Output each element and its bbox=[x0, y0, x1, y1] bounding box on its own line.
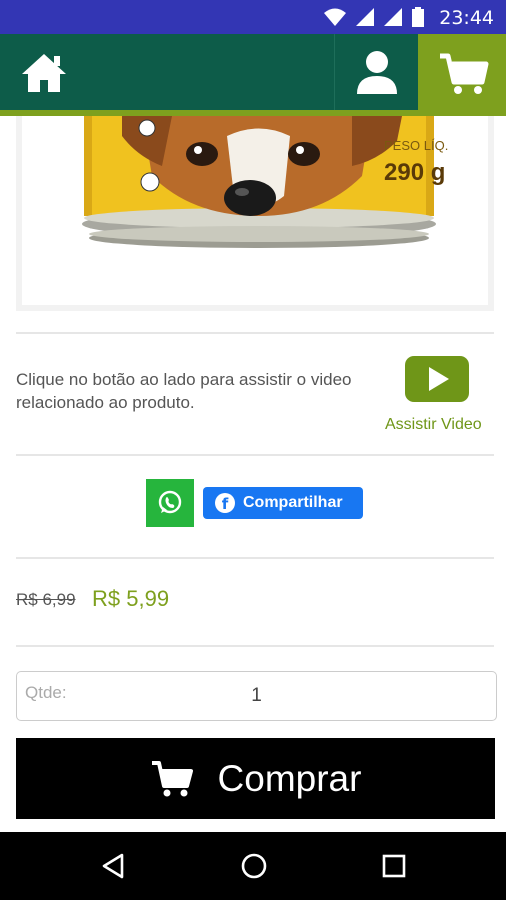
cart-icon bbox=[151, 760, 193, 796]
play-video-button[interactable] bbox=[405, 356, 469, 402]
whatsapp-share-button[interactable] bbox=[146, 479, 194, 527]
divider bbox=[16, 332, 494, 334]
status-time: 23:44 bbox=[439, 7, 494, 29]
home-circle-icon bbox=[241, 853, 267, 879]
buy-button-label: Comprar bbox=[217, 757, 362, 799]
app-header bbox=[0, 34, 506, 116]
divider bbox=[16, 557, 494, 559]
battery-icon bbox=[412, 7, 424, 27]
quantity-input[interactable]: Qtde: 1 bbox=[16, 671, 497, 721]
user-icon bbox=[357, 51, 397, 94]
system-navigation-bar bbox=[0, 832, 506, 900]
home-button[interactable] bbox=[18, 50, 70, 96]
cart-icon bbox=[440, 53, 489, 94]
divider bbox=[16, 645, 494, 647]
watch-video-link[interactable]: Assistir Video bbox=[385, 416, 482, 434]
divider bbox=[16, 454, 494, 456]
facebook-icon: f bbox=[215, 493, 235, 513]
facebook-share-button[interactable]: f Compartilhar bbox=[203, 487, 363, 519]
recent-apps-button[interactable] bbox=[378, 850, 410, 882]
status-icons bbox=[324, 7, 424, 27]
buy-button[interactable]: Comprar bbox=[16, 738, 495, 819]
facebook-share-label: Compartilhar bbox=[243, 494, 343, 511]
video-description: Clique no botão ao lado para assistir o … bbox=[16, 370, 352, 412]
back-icon bbox=[102, 853, 124, 879]
whatsapp-icon bbox=[158, 490, 182, 514]
current-price: R$ 5,99 bbox=[92, 586, 170, 611]
signal-icon bbox=[356, 8, 374, 26]
home-icon bbox=[22, 54, 66, 92]
product-image: PESO LÍQ. 290 g bbox=[16, 116, 494, 311]
signal-icon-2 bbox=[384, 8, 402, 26]
cart-button[interactable] bbox=[418, 34, 506, 116]
product-weight-value: 290 g bbox=[384, 159, 445, 186]
user-account-button[interactable] bbox=[334, 34, 418, 110]
back-button[interactable] bbox=[98, 850, 130, 882]
home-nav-button[interactable] bbox=[238, 850, 270, 882]
wifi-icon bbox=[324, 8, 346, 26]
old-price: R$ 6,99 bbox=[16, 590, 76, 609]
recent-apps-icon bbox=[382, 854, 406, 878]
product-can-illustration: PESO LÍQ. 290 g bbox=[82, 116, 448, 248]
product-weight-label: PESO LÍQ. bbox=[384, 138, 448, 153]
quantity-value: 1 bbox=[251, 685, 262, 706]
status-bar: 23:44 bbox=[0, 0, 506, 34]
